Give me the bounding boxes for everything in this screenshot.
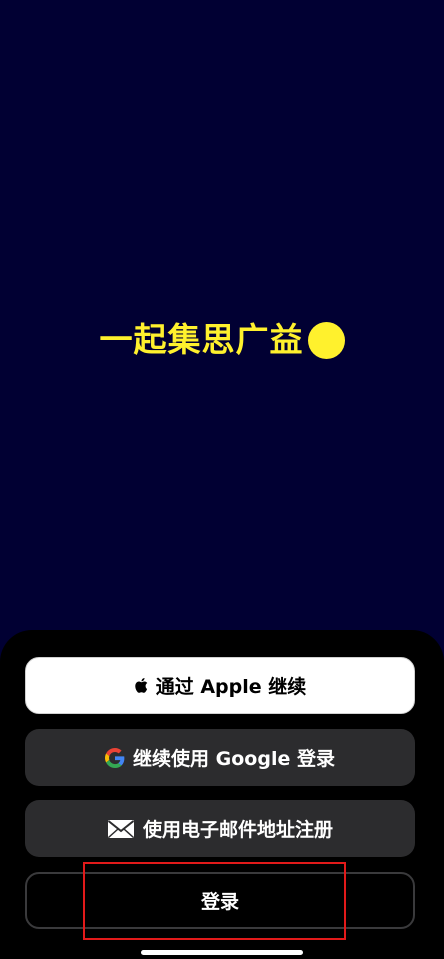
continue-with-google-button[interactable]: 继续使用 Google 登录 xyxy=(25,729,415,786)
headline: 一起集思广益 xyxy=(0,318,444,362)
continue-with-apple-button[interactable]: 通过 Apple 继续 xyxy=(25,657,415,714)
envelope-icon xyxy=(107,819,135,839)
home-indicator xyxy=(141,950,303,955)
hero-section: 一起集思广益 xyxy=(0,0,444,632)
yellow-dot-icon xyxy=(307,321,345,359)
sign-up-with-email-button[interactable]: 使用电子邮件地址注册 xyxy=(25,800,415,857)
google-logo-icon xyxy=(105,747,125,768)
google-button-label: 继续使用 Google 登录 xyxy=(133,748,335,770)
email-button-label: 使用电子邮件地址注册 xyxy=(142,819,333,841)
login-button[interactable]: 登录 xyxy=(25,872,415,929)
login-button-label: 登录 xyxy=(200,891,239,913)
headline-text: 一起集思广益 xyxy=(99,320,304,359)
apple-button-label: 通过 Apple 继续 xyxy=(155,676,307,698)
apple-logo-icon xyxy=(134,677,148,694)
